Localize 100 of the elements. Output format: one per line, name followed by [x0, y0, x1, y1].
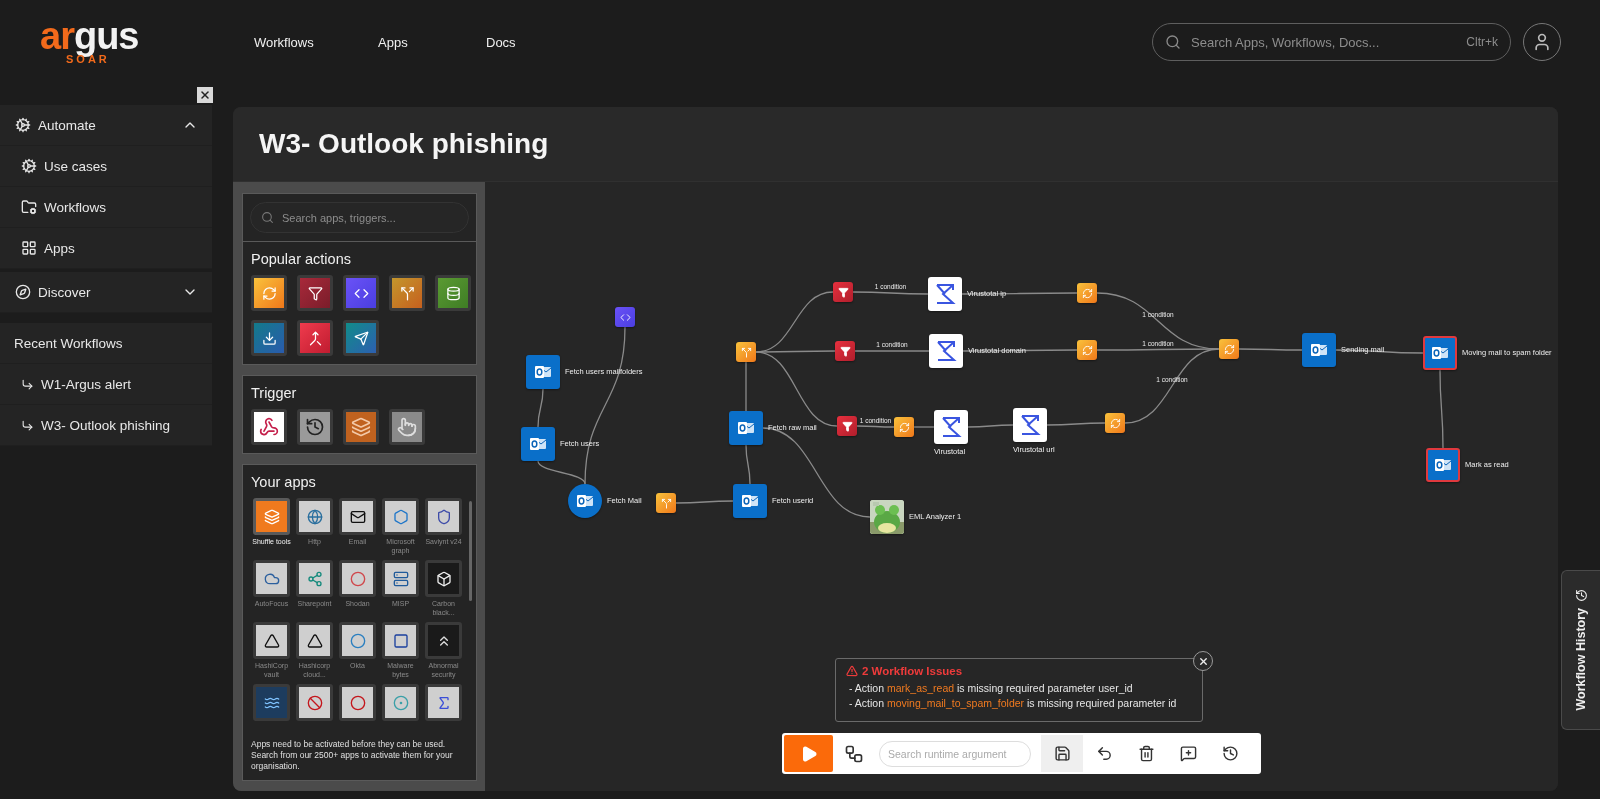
workflow-node[interactable] — [521, 427, 555, 461]
mail-icon — [535, 365, 551, 379]
workflow-node[interactable] — [1426, 448, 1460, 482]
edge-line — [537, 388, 544, 428]
workflow-node[interactable] — [1077, 340, 1097, 360]
workflow-icon — [844, 743, 864, 764]
action-tile[interactable] — [251, 275, 287, 311]
merge-icon — [307, 330, 323, 346]
share-icon — [306, 570, 323, 587]
sidebar-item[interactable]: Use cases — [0, 146, 212, 187]
workflow-node[interactable] — [526, 355, 560, 389]
workflow-node[interactable] — [733, 484, 767, 518]
app-tile[interactable] — [425, 560, 462, 597]
workflow-node[interactable] — [934, 410, 968, 444]
workflow-node[interactable] — [1302, 333, 1336, 367]
workflow-history-tab[interactable]: Workflow History — [1561, 570, 1600, 730]
app-tile[interactable] — [339, 622, 376, 659]
sidebar-item[interactable]: Apps — [0, 228, 212, 269]
sync-icon — [261, 285, 277, 301]
app-tile[interactable] — [296, 684, 333, 721]
app-tile[interactable] — [253, 498, 290, 535]
recent-workflow-item[interactable]: W3- Outlook phishing — [0, 405, 212, 446]
workflow-node[interactable] — [1423, 336, 1457, 370]
app-tile[interactable] — [296, 560, 333, 597]
sidebar-section[interactable]: Discover — [0, 272, 212, 313]
app-tile[interactable] — [382, 560, 419, 597]
trigger-tile[interactable] — [251, 409, 287, 445]
action-tile[interactable] — [435, 275, 471, 311]
close-button[interactable] — [197, 87, 213, 103]
workflow-node[interactable] — [928, 277, 962, 311]
workflow-node[interactable] — [568, 484, 602, 518]
funnel-icon — [839, 345, 851, 357]
workflow-node[interactable] — [1013, 408, 1047, 442]
split-icon — [660, 497, 672, 509]
workflow-node[interactable] — [929, 334, 963, 368]
app-tile[interactable] — [382, 622, 419, 659]
search-icon — [1165, 34, 1181, 50]
sidebar-section[interactable]: Automate — [0, 105, 212, 146]
mail-icon — [742, 494, 758, 508]
recent-workflow-item[interactable]: W1-Argus alert — [0, 364, 212, 405]
search-input[interactable]: Search Apps, Workflows, Docs... — [1189, 33, 1459, 51]
workflow-node[interactable] — [1219, 339, 1239, 359]
action-tile[interactable] — [343, 275, 379, 311]
workflow-node[interactable] — [833, 282, 853, 302]
workflow-node[interactable] — [870, 500, 904, 534]
workflow-node[interactable] — [835, 341, 855, 361]
nav-link[interactable]: Apps — [378, 34, 408, 50]
nav-link[interactable]: Workflows — [254, 34, 314, 50]
workflow-node[interactable] — [1105, 413, 1125, 433]
app-tile[interactable] — [339, 684, 376, 721]
workflow-node[interactable] — [894, 417, 914, 437]
mail-icon — [1432, 346, 1448, 360]
app-tile[interactable] — [253, 684, 290, 721]
action-tile[interactable] — [389, 275, 425, 311]
save-button[interactable] — [1041, 735, 1083, 772]
workflow-node[interactable] — [837, 416, 857, 436]
workflow-node[interactable] — [615, 307, 635, 327]
action-tile[interactable] — [297, 275, 333, 311]
ban-icon — [306, 694, 323, 711]
scrollbar-thumb[interactable] — [469, 501, 472, 601]
server-icon — [392, 570, 409, 587]
layers-icon — [351, 417, 371, 437]
app-tile[interactable] — [425, 684, 462, 721]
app-tile[interactable] — [339, 498, 376, 535]
app-tile[interactable] — [339, 560, 376, 597]
folder-cog-icon — [21, 199, 37, 215]
search-field[interactable]: Search apps, triggers... — [250, 202, 469, 233]
action-tile[interactable] — [343, 320, 379, 356]
search-input[interactable]: Search apps, triggers... — [280, 210, 458, 225]
trigger-tile[interactable] — [343, 409, 379, 445]
action-tile[interactable] — [251, 320, 287, 356]
close-button[interactable] — [1193, 651, 1213, 671]
funnel-icon — [837, 286, 849, 298]
apps-note: Apps need to be activated before they can be used. Search from our 2500+ apps to activate them for your organisation. — [251, 739, 454, 772]
circle-dot-icon — [392, 694, 409, 711]
runtime-argument-field[interactable]: Search runtime argument — [879, 740, 1031, 767]
app-tile[interactable] — [382, 498, 419, 535]
workflow-node[interactable] — [729, 411, 763, 445]
download-icon — [261, 330, 277, 346]
recent-heading: Recent Workflows — [0, 323, 212, 364]
workflow-node[interactable] — [656, 493, 676, 513]
workflow-node[interactable] — [1077, 283, 1097, 303]
app-tile[interactable] — [296, 498, 333, 535]
circle-icon — [349, 632, 366, 649]
app-tile[interactable] — [382, 684, 419, 721]
sidebar-item[interactable]: Workflows — [0, 187, 212, 228]
app-tile[interactable] — [296, 622, 333, 659]
workflow-node[interactable] — [736, 342, 756, 362]
app-tile[interactable] — [253, 560, 290, 597]
trigger-tile[interactable] — [297, 409, 333, 445]
action-tile[interactable] — [297, 320, 333, 356]
app-tile[interactable] — [425, 498, 462, 535]
grid-icon — [21, 240, 37, 256]
trash-icon — [1137, 745, 1155, 762]
circle-icon — [349, 570, 366, 587]
app-tile[interactable] — [425, 622, 462, 659]
history-icon — [1574, 589, 1588, 603]
trigger-tile[interactable] — [389, 409, 425, 445]
nav-link[interactable]: Docs — [486, 34, 516, 50]
app-tile[interactable] — [253, 622, 290, 659]
